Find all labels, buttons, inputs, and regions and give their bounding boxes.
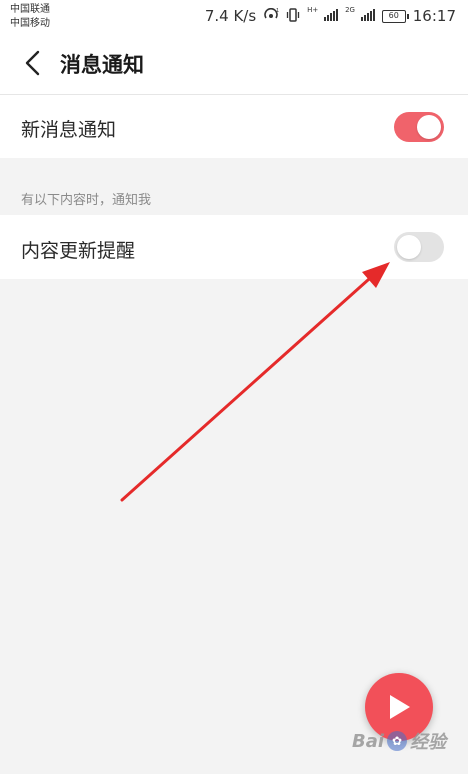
back-chevron-icon — [25, 50, 40, 76]
carrier-name-2: 中国移动 — [10, 18, 50, 29]
carrier-info: 中国联通 中国移动 — [10, 3, 50, 31]
status-bar: 中国联通 中国移动 7.4 K/s 1 H+ 2G 60 16:17 — [0, 0, 468, 34]
content-update-toggle[interactable] — [394, 232, 444, 262]
svg-text:1: 1 — [276, 8, 279, 14]
status-indicators: 7.4 K/s 1 H+ 2G 60 16:17 — [205, 6, 456, 26]
network-type-2: 2G — [345, 6, 355, 14]
net-speed: 7.4 K/s — [204, 7, 257, 25]
toggle-knob — [397, 235, 421, 259]
new-message-toggle[interactable] — [394, 112, 444, 142]
page-title: 消息通知 — [60, 53, 144, 77]
setting-row-new-message: 新消息通知 — [0, 95, 468, 158]
paw-icon: ✿ — [387, 731, 408, 751]
section-hint: 有以下内容时，通知我 — [21, 193, 152, 208]
signal-icon: 2G — [345, 7, 375, 25]
watermark-text-2: 经验 — [410, 732, 447, 753]
carrier-name-1: 中国联通 — [10, 4, 50, 15]
setting-label-new-message: 新消息通知 — [21, 119, 117, 141]
network-type-1: H+ — [307, 6, 319, 14]
back-button[interactable] — [18, 48, 48, 78]
battery-icon: 60 — [381, 9, 409, 23]
clock: 16:17 — [412, 7, 456, 25]
battery-level: 60 — [388, 11, 399, 20]
setting-row-content-update: 内容更新提醒 — [0, 215, 468, 279]
hotspot-icon: 1 — [263, 7, 279, 25]
vibrate-icon — [286, 7, 300, 25]
toggle-knob — [417, 115, 441, 139]
watermark-text: Bai — [352, 730, 385, 752]
setting-label-content-update: 内容更新提醒 — [21, 240, 136, 262]
play-icon — [390, 695, 410, 719]
watermark: Bai ✿ 经验 — [352, 728, 446, 754]
signal-icon: H+ — [307, 6, 339, 25]
title-bar: 消息通知 — [0, 34, 468, 95]
